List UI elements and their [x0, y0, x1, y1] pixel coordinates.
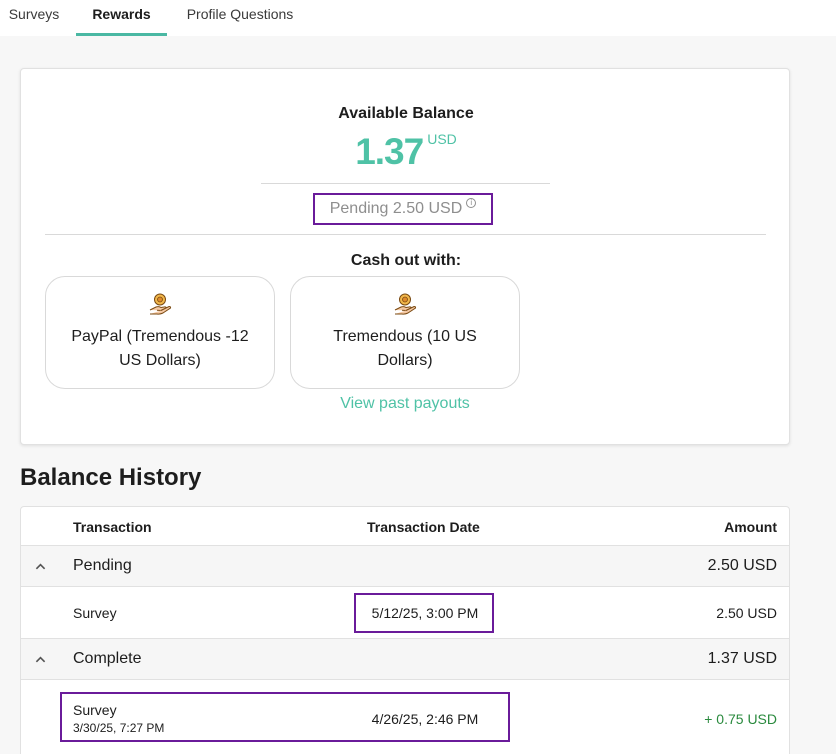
pending-balance: Pending 2.50 USD i [313, 193, 493, 225]
column-header-transaction-date: Transaction Date [367, 519, 480, 535]
table-row: Survey 5/12/25, 3:00 PM 2.50 USD [21, 587, 789, 639]
chevron-up-icon[interactable] [35, 561, 46, 572]
cashout-option-paypal[interactable]: PayPal (Tremendous -12 US Dollars) [45, 276, 275, 389]
transaction-type: Survey [73, 702, 117, 718]
transaction-amount: 2.50 USD [716, 605, 777, 621]
info-icon[interactable]: i [466, 198, 477, 208]
pending-balance-text: Pending 2.50 USD [329, 200, 463, 217]
balance-history-title: Balance History [20, 464, 202, 491]
balance-history-table: Transaction Transaction Date Amount Pend… [20, 506, 790, 754]
group-row-complete[interactable]: Complete 1.37 USD [21, 639, 789, 680]
transaction-amount: + 0.75 USD [704, 711, 777, 727]
cashout-option-label: Tremendous (10 US Dollars) [333, 328, 477, 369]
group-label: Pending [73, 557, 132, 574]
coin-hand-icon [394, 293, 417, 315]
balance-amount: 1.37 [355, 131, 424, 172]
group-row-pending[interactable]: Pending 2.50 USD [21, 546, 789, 587]
chevron-up-icon[interactable] [35, 654, 46, 665]
tab-surveys[interactable]: Surveys [0, 0, 68, 36]
cashout-option-label: PayPal (Tremendous -12 US Dollars) [71, 328, 249, 369]
cashout-option-tremendous[interactable]: Tremendous (10 US Dollars) [290, 276, 520, 389]
tab-bar: Surveys Rewards Profile Questions [0, 0, 836, 36]
divider [45, 234, 766, 235]
transaction-type: Survey [73, 605, 117, 621]
transaction-date: 4/26/25, 2:46 PM [371, 711, 479, 727]
balance-currency: USD [427, 131, 457, 147]
group-total: 2.50 USD [707, 557, 777, 574]
tab-rewards[interactable]: Rewards [76, 0, 167, 36]
divider [261, 183, 550, 184]
balance-card: Available Balance 1.37 USD Pending 2.50 U… [20, 68, 790, 445]
coin-hand-icon [149, 293, 172, 315]
group-label: Complete [73, 650, 142, 667]
table-row: Survey 3/30/25, 7:27 PM 4/26/25, 2:46 PM… [21, 680, 789, 754]
balance-amount-row: 1.37 USD [21, 131, 791, 173]
group-total: 1.37 USD [707, 650, 777, 667]
view-past-payouts-link[interactable]: View past payouts [290, 395, 520, 413]
transaction-date: 5/12/25, 3:00 PM [371, 605, 479, 621]
transaction-subdate: 3/30/25, 7:27 PM [73, 721, 165, 735]
column-header-amount: Amount [724, 519, 777, 535]
tab-profile-questions[interactable]: Profile Questions [175, 0, 305, 36]
available-balance-title: Available Balance [338, 105, 474, 122]
column-header-transaction: Transaction [73, 519, 152, 535]
cashout-title: Cash out with: [350, 252, 462, 269]
